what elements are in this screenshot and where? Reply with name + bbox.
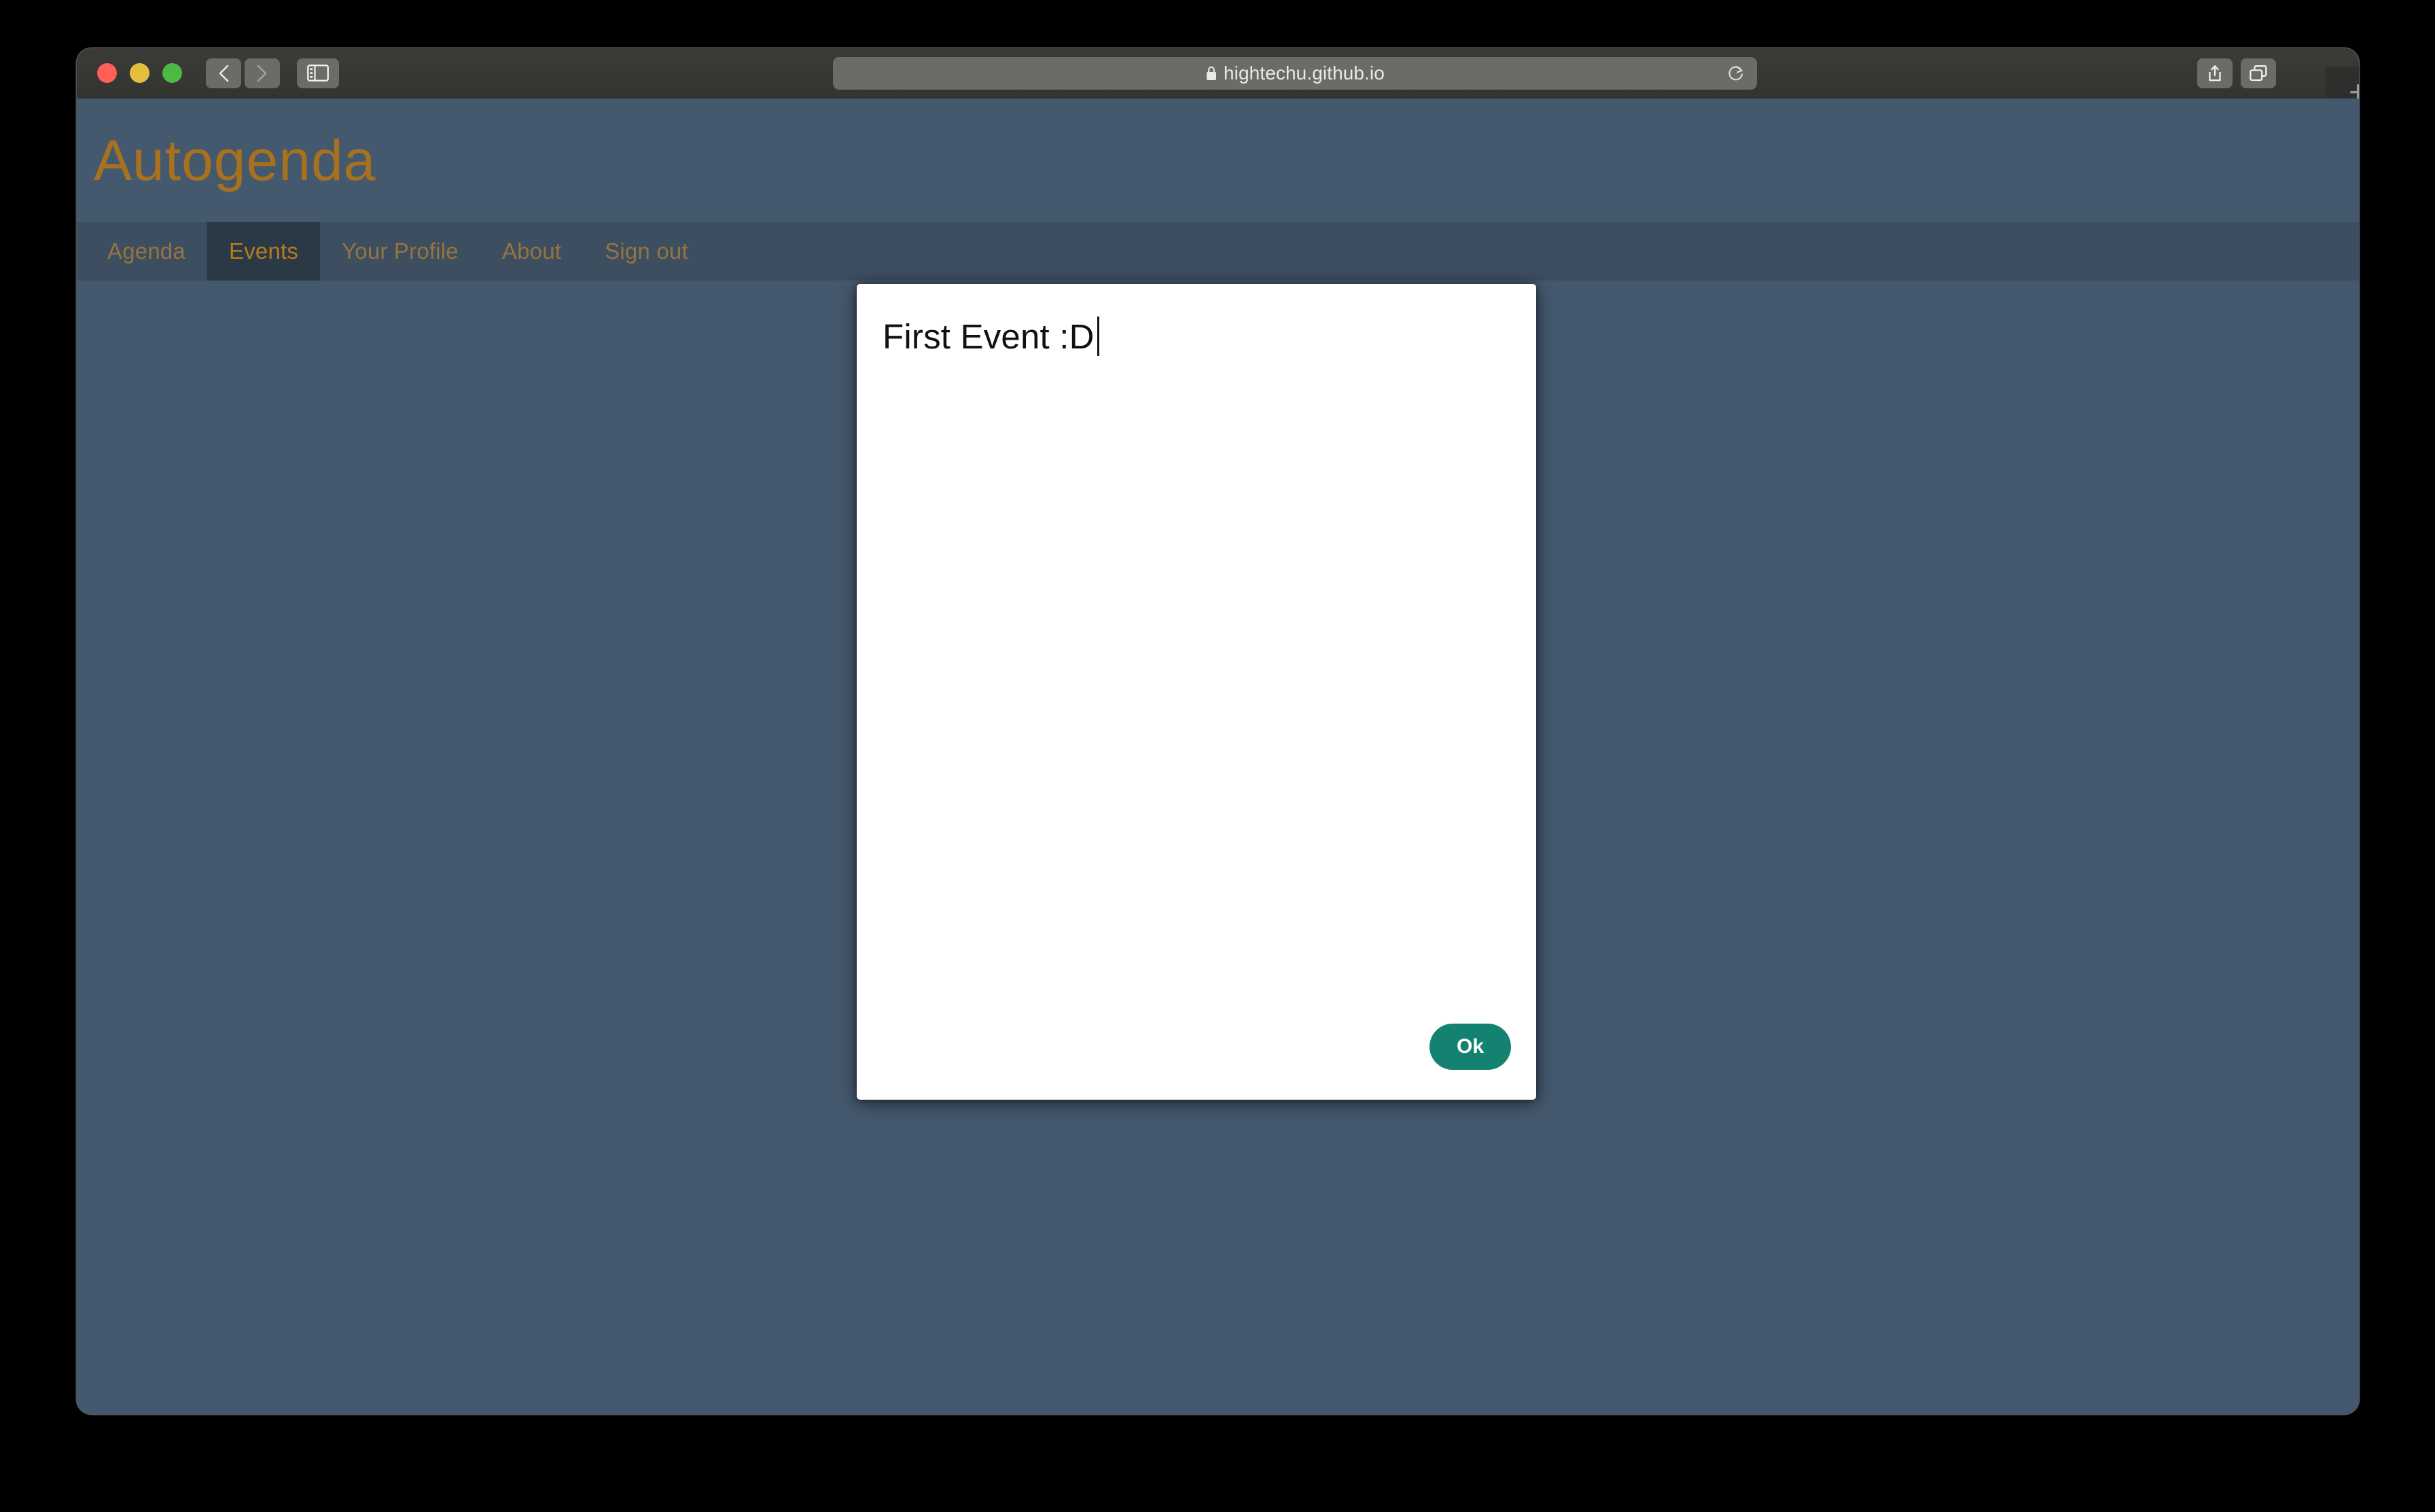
chevron-right-icon (257, 65, 267, 82)
browser-toolbar: hightechu.github.io + (77, 48, 2359, 117)
page-content: Autogenda Agenda Events Your Profile Abo… (77, 98, 2359, 1414)
browser-window: hightechu.github.io + Autogenda Agenda E… (77, 48, 2359, 1414)
nav-item-agenda[interactable]: Agenda (86, 222, 207, 281)
maximize-window-button[interactable] (162, 63, 182, 83)
page-title: Autogenda (94, 128, 376, 192)
nav-item-your-profile[interactable]: Your Profile (320, 222, 480, 281)
tab-overview-icon (2250, 65, 2267, 81)
share-icon (2209, 65, 2221, 81)
event-title-value: First Event :D (883, 317, 1095, 356)
sidebar-button-wrap (297, 58, 339, 88)
sidebar-icon (307, 65, 329, 82)
close-window-button[interactable] (97, 63, 117, 83)
window-controls (97, 63, 182, 83)
content-area: First Event :D Ok (77, 281, 2359, 1414)
minimize-window-button[interactable] (130, 63, 149, 83)
lock-icon (1207, 66, 1216, 80)
main-navigation: Agenda Events Your Profile About Sign ou… (77, 222, 2359, 281)
event-title-input[interactable]: First Event :D (883, 317, 1099, 356)
reload-icon (1728, 66, 1743, 81)
back-button[interactable] (206, 58, 241, 88)
chevron-left-icon (219, 65, 229, 82)
tab-overview-button[interactable] (2241, 58, 2276, 88)
address-bar-content: hightechu.github.io (1205, 62, 1385, 84)
address-bar[interactable]: hightechu.github.io (833, 57, 1757, 90)
site-header: Autogenda (77, 98, 2359, 222)
share-button[interactable] (2197, 58, 2233, 88)
url-text: hightechu.github.io (1224, 62, 1385, 84)
nav-item-about[interactable]: About (480, 222, 583, 281)
event-dialog: First Event :D Ok (857, 284, 1536, 1100)
nav-item-events[interactable]: Events (207, 222, 321, 281)
navigation-buttons (206, 58, 280, 88)
forward-button[interactable] (245, 58, 280, 88)
text-caret (1097, 317, 1099, 356)
nav-item-sign-out[interactable]: Sign out (583, 222, 710, 281)
ok-button[interactable]: Ok (1429, 1024, 1511, 1070)
sidebar-toggle-button[interactable] (297, 58, 339, 88)
reload-button[interactable] (1724, 62, 1747, 85)
toolbar-right-actions (2197, 58, 2276, 88)
